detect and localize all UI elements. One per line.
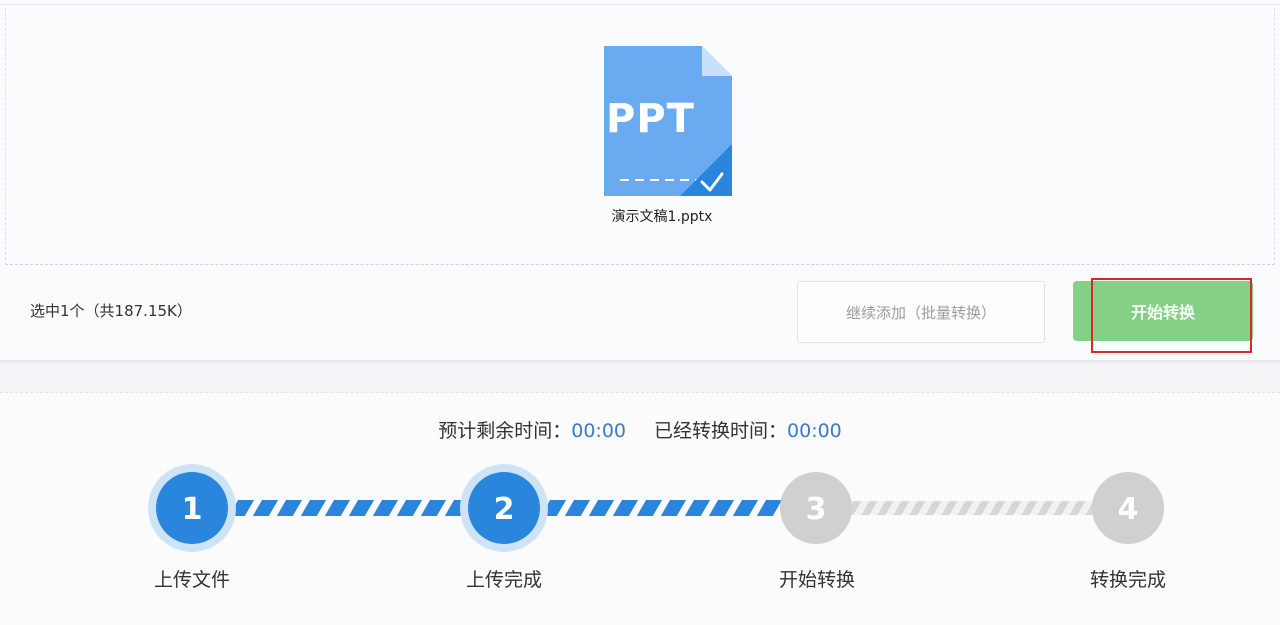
step-number-4: 4 [1118,492,1139,527]
file-card[interactable]: PPT 演示文稿1.pptx [582,44,742,226]
progress-segment-pending [846,501,1096,515]
timer-line: 预计剩余时间：00:00 已经转换时间：00:00 [0,416,1280,443]
top-divider [0,4,1280,5]
step-label-4: 转换完成 [1089,569,1166,591]
step-label-2: 上传完成 [465,569,542,591]
step-progress-bar: 1 2 3 4 [148,464,1164,552]
elapsed-time-label: 已经转换时间： [654,420,788,442]
step-number-1: 1 [182,492,203,527]
add-more-button[interactable]: 继续添加（批量转换） [797,281,1045,343]
step-number-2: 2 [494,492,515,527]
step-label-1: 上传文件 [153,569,230,591]
upload-panel: PPT 演示文稿1.pptx 选中1个（共187.15K） 继续添加（批量转换）… [0,0,1280,361]
file-name: 演示文稿1.pptx [611,209,713,225]
step-circle-2: 2 [460,464,548,552]
selection-summary: 选中1个（共187.15K） [30,302,192,320]
step-circle-3: 3 [780,472,852,544]
step-label-3: 开始转换 [778,569,855,591]
step-circle-1: 1 [148,464,236,552]
remaining-time-value: 00:00 [571,420,626,442]
elapsed-time-value: 00:00 [787,420,842,442]
start-convert-button[interactable]: 开始转换 [1073,281,1253,341]
step-circle-4: 4 [1092,472,1164,544]
file-type-label: PPT [606,96,695,142]
ppt-file-checked-icon: PPT [590,44,734,200]
remaining-time-label: 预计剩余时间： [438,420,572,442]
step-number-3: 3 [806,492,827,527]
